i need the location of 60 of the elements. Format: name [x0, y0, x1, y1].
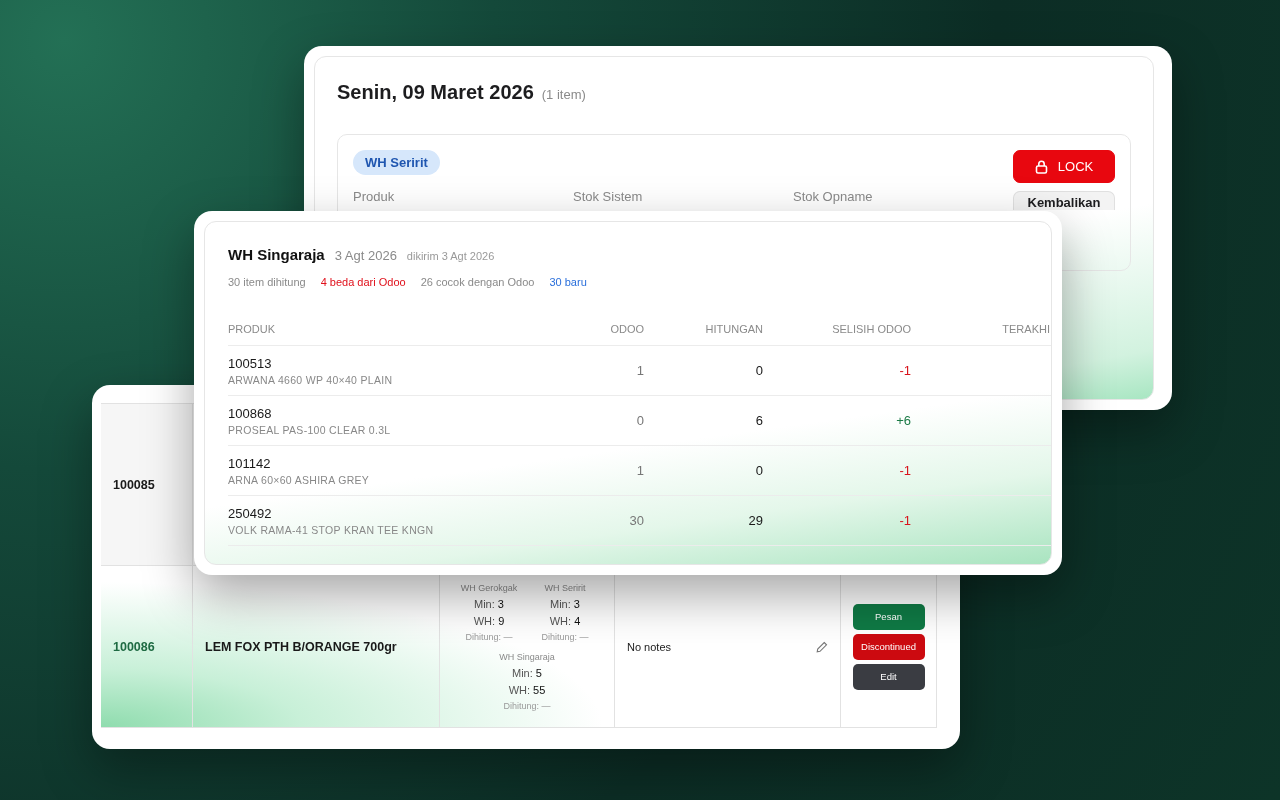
- stock-value: WH: 9: [473, 614, 505, 627]
- counted-value: Dihitung: —: [503, 700, 551, 711]
- column-header: HITUNGAN: [704, 322, 763, 335]
- table-cell-text: 0: [754, 363, 763, 378]
- stock-value: WH: 55: [508, 683, 546, 696]
- warehouse-label: WH Seririt: [544, 582, 586, 593]
- column-header: SELISIH ODOO: [831, 322, 911, 335]
- table-cell-text: 6: [754, 413, 763, 428]
- table-cell-text: -1: [898, 513, 911, 528]
- table-cell-text: 1: [635, 363, 644, 378]
- action-button[interactable]: Pesan: [852, 603, 925, 630]
- column-header: ODOO: [609, 322, 644, 335]
- column-header: PRODUK: [228, 322, 277, 335]
- min-value: Min: 3: [474, 597, 504, 610]
- warehouse-label: WH Gerokgak: [460, 582, 518, 593]
- table-cell-text: 30: [628, 513, 644, 528]
- date-title: Senin, 09 Maret 2026: [337, 81, 534, 104]
- warehouse-label: WH Singaraja: [499, 651, 555, 662]
- product-name: ARNA 60×60 ASHIRA GREY: [228, 473, 371, 486]
- action-button[interactable]: Discontinued: [852, 633, 925, 660]
- column-header: TERAKHI: [1001, 322, 1050, 335]
- product-name: VOLK RAMA-41 STOP KRAN TEE KNGN: [228, 523, 435, 536]
- product-code: 250492: [228, 505, 273, 521]
- summary-stat: 30 item dihitung: [228, 276, 306, 288]
- notes-text: No notes: [627, 640, 672, 653]
- table-cell: 100086: [101, 566, 193, 727]
- product-code: 100868: [228, 405, 273, 421]
- table-cell-text: -1: [898, 363, 911, 378]
- table-cell: 100085: [101, 404, 193, 565]
- product-name: ARWANA 4660 WP 40×40 PLAIN: [228, 373, 394, 386]
- counted-value: Dihitung: —: [465, 631, 513, 642]
- action-button[interactable]: Edit: [852, 663, 925, 690]
- count-date: 3 Agt 2026: [334, 248, 397, 263]
- restore-button[interactable]: Kembalikan: [1013, 191, 1115, 210]
- summary-stat: 26 cocok dengan Odoo: [420, 276, 535, 288]
- table-cell-text: +6: [895, 413, 911, 428]
- min-value: Min: 5: [512, 666, 542, 679]
- product-code: 101142: [228, 455, 272, 471]
- product-name: PROSEAL PAS-100 CLEAR 0.3L: [228, 423, 392, 436]
- product-code: 100513: [228, 355, 273, 371]
- column-header: Produk: [353, 189, 396, 204]
- lock-icon: [1034, 159, 1048, 174]
- warehouse-tag: WH Seririt: [353, 150, 440, 175]
- counted-value: Dihitung: —: [541, 631, 589, 642]
- table-cell-text: -1: [898, 463, 911, 478]
- column-header: Stok Sistem: [573, 189, 644, 204]
- table-cell-text: 29: [747, 513, 763, 528]
- column-header: Stok Opname: [793, 189, 874, 204]
- stock-value: WH: 4: [549, 614, 581, 627]
- summary-stat: 4 beda dari Odoo: [320, 276, 406, 288]
- min-value: Min: 3: [550, 597, 580, 610]
- summary-stat: 30 baru: [549, 276, 587, 288]
- table-cell-text: 0: [754, 463, 763, 478]
- table-cell-text: 1: [635, 463, 644, 478]
- lock-button[interactable]: LOCK: [1013, 150, 1115, 183]
- item-count: (1 item): [541, 87, 586, 102]
- warehouse-title: WH Singaraja: [228, 246, 325, 263]
- sent-date: dikirim 3 Agt 2026: [406, 250, 495, 262]
- table-cell-text: 0: [635, 413, 644, 428]
- pencil-icon[interactable]: [816, 640, 828, 653]
